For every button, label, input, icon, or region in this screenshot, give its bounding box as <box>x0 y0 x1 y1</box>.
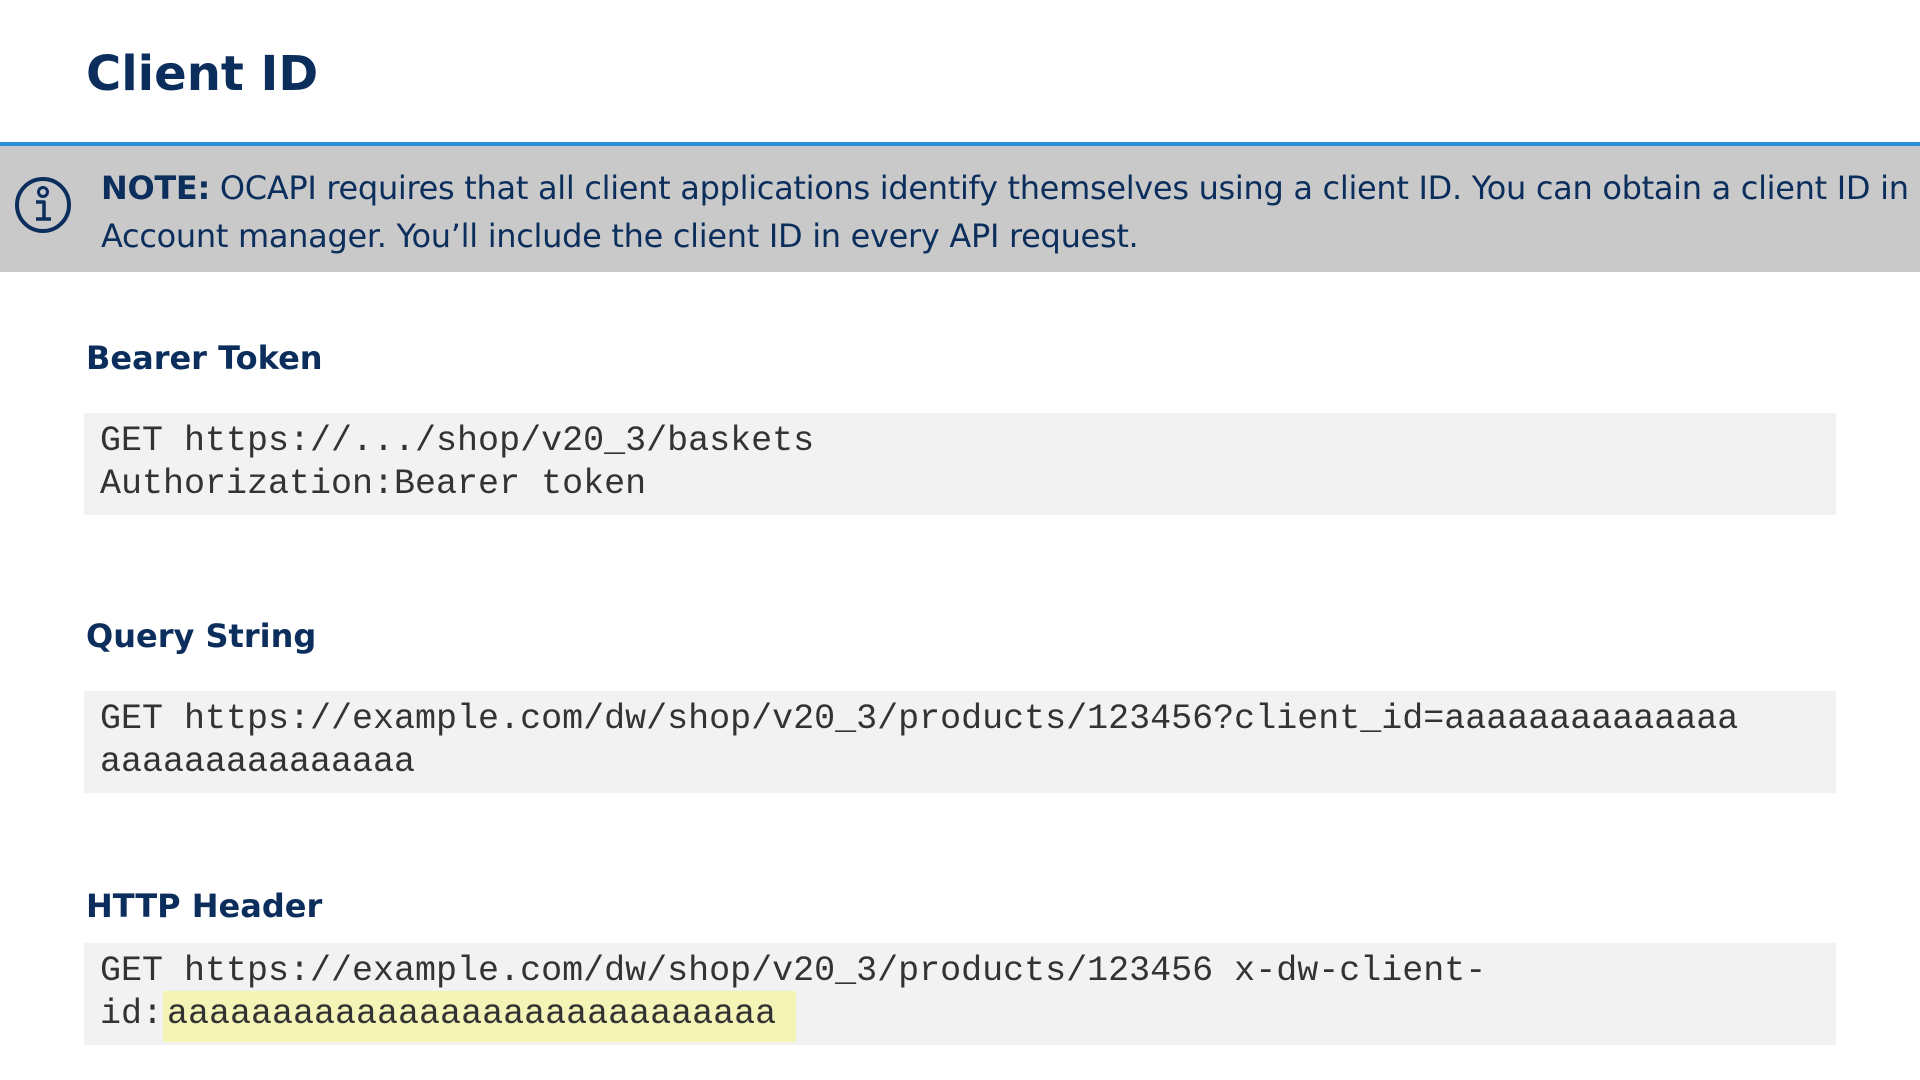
http-header-heading: HTTP Header <box>86 887 323 925</box>
query-string-code-block: GET https://example.com/dw/shop/v20_3/pr… <box>84 691 1836 793</box>
http-header-code-block: GET https://example.com/dw/shop/v20_3/pr… <box>84 943 1836 1045</box>
code-line: GET https://example.com/dw/shop/v20_3/pr… <box>100 951 1487 991</box>
code-line: id: aaaaaaaaaaaaaaaaaaaaaaaaaaaaa <box>100 991 1836 1042</box>
code-line: GET https://example.com/dw/shop/v20_3/pr… <box>100 699 1739 739</box>
code-line: aaaaaaaaaaaaaaa <box>100 742 416 782</box>
note-label: NOTE: <box>101 169 210 207</box>
note-callout: NOTE: OCAPI requires that all client app… <box>0 142 1920 272</box>
page-title: Client ID <box>86 46 319 102</box>
bearer-token-code-block: GET https://.../shop/v20_3/baskets Autho… <box>84 413 1836 515</box>
info-icon <box>15 177 71 233</box>
code-line: Authorization:Bearer token <box>100 464 647 504</box>
client-id-highlight: aaaaaaaaaaaaaaaaaaaaaaaaaaaaa <box>163 991 797 1042</box>
code-prefix: id: <box>100 994 164 1034</box>
query-string-heading: Query String <box>86 617 317 655</box>
bearer-token-heading: Bearer Token <box>86 339 323 377</box>
note-body: OCAPI requires that all client applicati… <box>101 169 1909 255</box>
note-text: NOTE: OCAPI requires that all client app… <box>101 164 1911 260</box>
code-line: GET https://.../shop/v20_3/baskets <box>100 421 815 461</box>
